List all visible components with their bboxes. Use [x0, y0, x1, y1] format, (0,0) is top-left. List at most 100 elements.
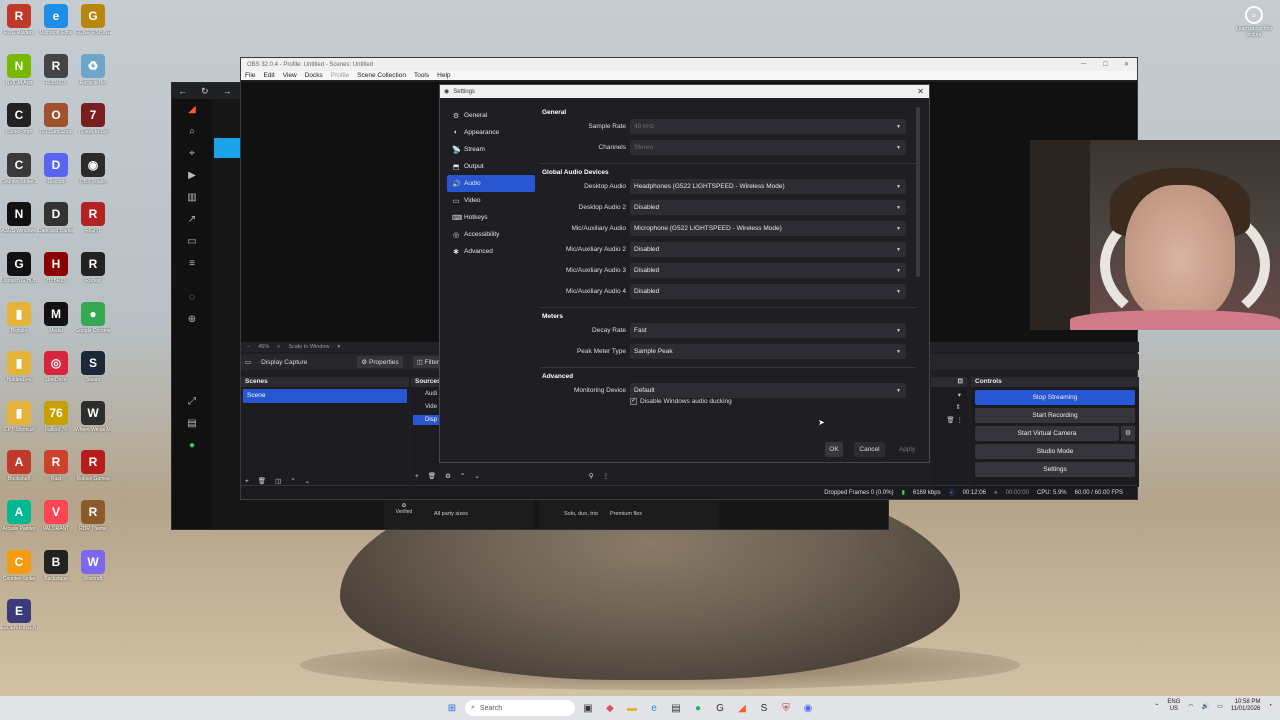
close-icon[interactable]: ✕: [1124, 61, 1129, 68]
desktop-icon[interactable]: ● Google Chrome: [75, 301, 111, 334]
desktop-icon[interactable]: A Bookshelf: [1, 450, 37, 482]
desktop-icon[interactable]: ▮ HoldenDev: [1, 351, 37, 383]
settings-nav-item[interactable]: 📡 Stream: [447, 141, 535, 158]
audio-device-select[interactable]: Disabled ▼: [630, 284, 906, 299]
desktop-icon[interactable]: R Rust: [38, 450, 74, 482]
notepad-icon[interactable]: ▤: [667, 699, 685, 717]
start-recording-button[interactable]: Start Recording: [975, 408, 1135, 423]
menu-item[interactable]: Scene Collection: [357, 72, 406, 79]
taskbar-search[interactable]: ⌕ Search: [465, 700, 575, 716]
apply-button[interactable]: Apply: [892, 442, 922, 457]
desktop-icon[interactable]: H HYBRID: [38, 252, 74, 284]
audio-device-select[interactable]: Headphones (G522 LIGHTSPEED - Wireless M…: [630, 179, 906, 194]
search-icon[interactable]: ⌕: [172, 121, 212, 143]
desktop-icon[interactable]: O OG Card Shop: [38, 103, 74, 135]
desktop-icon[interactable]: R RIGHT: [75, 202, 111, 234]
settings-nav-item[interactable]: ✱ Advanced: [447, 243, 535, 260]
desktop-icon[interactable]: R Rocket: [75, 252, 111, 284]
solo-duo-tag[interactable]: Solo, duo, trio: [564, 511, 598, 529]
menu-item[interactable]: Edit: [263, 72, 274, 79]
desktop-icon[interactable]: N ASUS Windows: [1, 202, 37, 234]
close-icon[interactable]: ✕: [917, 87, 929, 96]
desktop-icon[interactable]: S Steam: [75, 351, 111, 383]
desktop-icon[interactable]: WWhere Winds Meet: [75, 400, 111, 433]
wifi-icon[interactable]: ◠: [1188, 703, 1193, 710]
desktop-icon[interactable]: G Logitech G HUB: [1, 252, 37, 284]
audio-device-select[interactable]: Disabled ▼: [630, 200, 906, 215]
start-virtual-camera-button[interactable]: Start Virtual Camera: [975, 426, 1119, 441]
more-icon[interactable]: ⋮: [957, 417, 964, 424]
desktop-icon[interactable]: R RDR Theme: [75, 500, 111, 532]
zoom-out-icon[interactable]: −: [247, 344, 250, 350]
add-icon[interactable]: +: [245, 478, 249, 485]
trash-icon[interactable]: 🗑: [946, 417, 954, 424]
desktop-icon[interactable]: V VALORANT: [38, 500, 74, 532]
desktop-icon[interactable]: e Microsoft Edge: [38, 4, 74, 36]
expand-icon[interactable]: ⤢: [172, 391, 212, 413]
gear-icon[interactable]: ⚙: [445, 472, 451, 480]
stats-icon[interactable]: ▥: [172, 187, 212, 209]
audio-device-select[interactable]: Microphone (G522 LIGHTSPEED - Wireless M…: [630, 221, 906, 236]
settings-nav-item[interactable]: ◐ Appearance: [447, 124, 535, 141]
battery-icon[interactable]: ▭: [1217, 703, 1223, 710]
ducking-checkbox[interactable]: ✓: [630, 398, 637, 405]
desktop-icon[interactable]: R ROBLOX: [38, 53, 74, 86]
start-icon[interactable]: ⊞: [443, 699, 461, 717]
settings-nav-item[interactable]: ⚙ General: [447, 107, 535, 124]
reload-icon[interactable]: ↻: [201, 86, 209, 97]
channels-select[interactable]: Stereo ▼: [630, 140, 906, 155]
maximize-icon[interactable]: ☐: [1103, 61, 1108, 68]
desktop-icon[interactable]: G GONE FISHING: [75, 4, 111, 36]
party-sizes-tag[interactable]: All party sizes: [434, 511, 468, 517]
file-explorer-icon[interactable]: ▬: [623, 699, 641, 717]
list-icon[interactable]: ≡: [172, 253, 212, 275]
settings-nav-item[interactable]: ◎ Accessibility: [447, 226, 535, 243]
back-icon[interactable]: ←: [178, 86, 187, 96]
mixer-chevron-icon[interactable]: ▾: [931, 391, 967, 399]
task-view-icon[interactable]: ▣: [579, 699, 597, 717]
down-icon[interactable]: ⌄: [474, 472, 479, 480]
learn-about-picture[interactable]: ⌕ Learn about this picture: [1234, 6, 1274, 38]
cancel-button[interactable]: Cancel: [854, 442, 885, 457]
shield-icon[interactable]: ⛨: [777, 699, 795, 717]
menu-item[interactable]: Docks: [305, 72, 323, 79]
desktop-icon[interactable]: C Counter-Strike 2: [1, 152, 37, 185]
settings-nav-item[interactable]: ⌨ Hotkeys: [447, 209, 535, 226]
desktop-icon[interactable]: C Counter-Strike: [1, 549, 37, 582]
chevron-down-icon[interactable]: ▾: [337, 344, 340, 350]
decay-rate-select[interactable]: Fast ▼: [630, 323, 906, 338]
menu-item[interactable]: Help: [437, 72, 450, 79]
clock[interactable]: 10:58 PM 11/01/2026: [1231, 699, 1261, 713]
desktop-icon[interactable]: ▮ Bigfolio: [1, 301, 37, 334]
copilot-icon[interactable]: ◆: [601, 699, 619, 717]
desktop-icon[interactable]: 76 Fallout 76: [38, 400, 74, 433]
down-icon[interactable]: ⌄: [305, 477, 310, 485]
minimize-icon[interactable]: —: [1081, 61, 1087, 68]
spotify-icon[interactable]: ●: [689, 699, 707, 717]
mixer-stepper-icon[interactable]: ⇕: [931, 403, 967, 411]
filter-icon[interactable]: ◫: [275, 477, 281, 485]
sync-icon[interactable]: ◌: [172, 287, 212, 309]
ghub-icon[interactable]: G: [711, 699, 729, 717]
bag-icon[interactable]: ▤: [172, 413, 212, 435]
more-icon[interactable]: ⋮: [603, 472, 610, 480]
ok-button[interactable]: OK: [825, 442, 843, 457]
settings-button[interactable]: Settings: [975, 462, 1135, 477]
audio-device-select[interactable]: Disabled ▼: [630, 263, 906, 278]
desktop-icon[interactable]: A Arcade Painter: [1, 500, 37, 532]
audio-device-select[interactable]: Disabled ▼: [630, 242, 906, 257]
desktop-icon[interactable]: R ROG Raiders: [1, 4, 37, 36]
up-icon[interactable]: ⌃: [460, 472, 465, 480]
desktop-icon[interactable]: B Backstage: [38, 549, 74, 582]
virtual-camera-gear-icon[interactable]: ⚙: [1121, 426, 1135, 441]
source-audio[interactable]: Audi: [411, 387, 439, 397]
notification-icon[interactable]: ◔: [1268, 703, 1272, 709]
premium-flex-tag[interactable]: Premium flex: [610, 511, 642, 529]
brand-icon[interactable]: ◢: [172, 99, 212, 121]
trash-icon[interactable]: 🗑: [428, 472, 436, 480]
video-icon[interactable]: ▭: [172, 231, 212, 253]
desktop-icon[interactable]: ♻ Recycle Bin: [75, 53, 111, 86]
source-display[interactable]: Disp: [413, 415, 439, 425]
add-icon[interactable]: ⊕: [172, 309, 212, 331]
desktop-icon[interactable]: R Roblox Games: [75, 450, 111, 482]
